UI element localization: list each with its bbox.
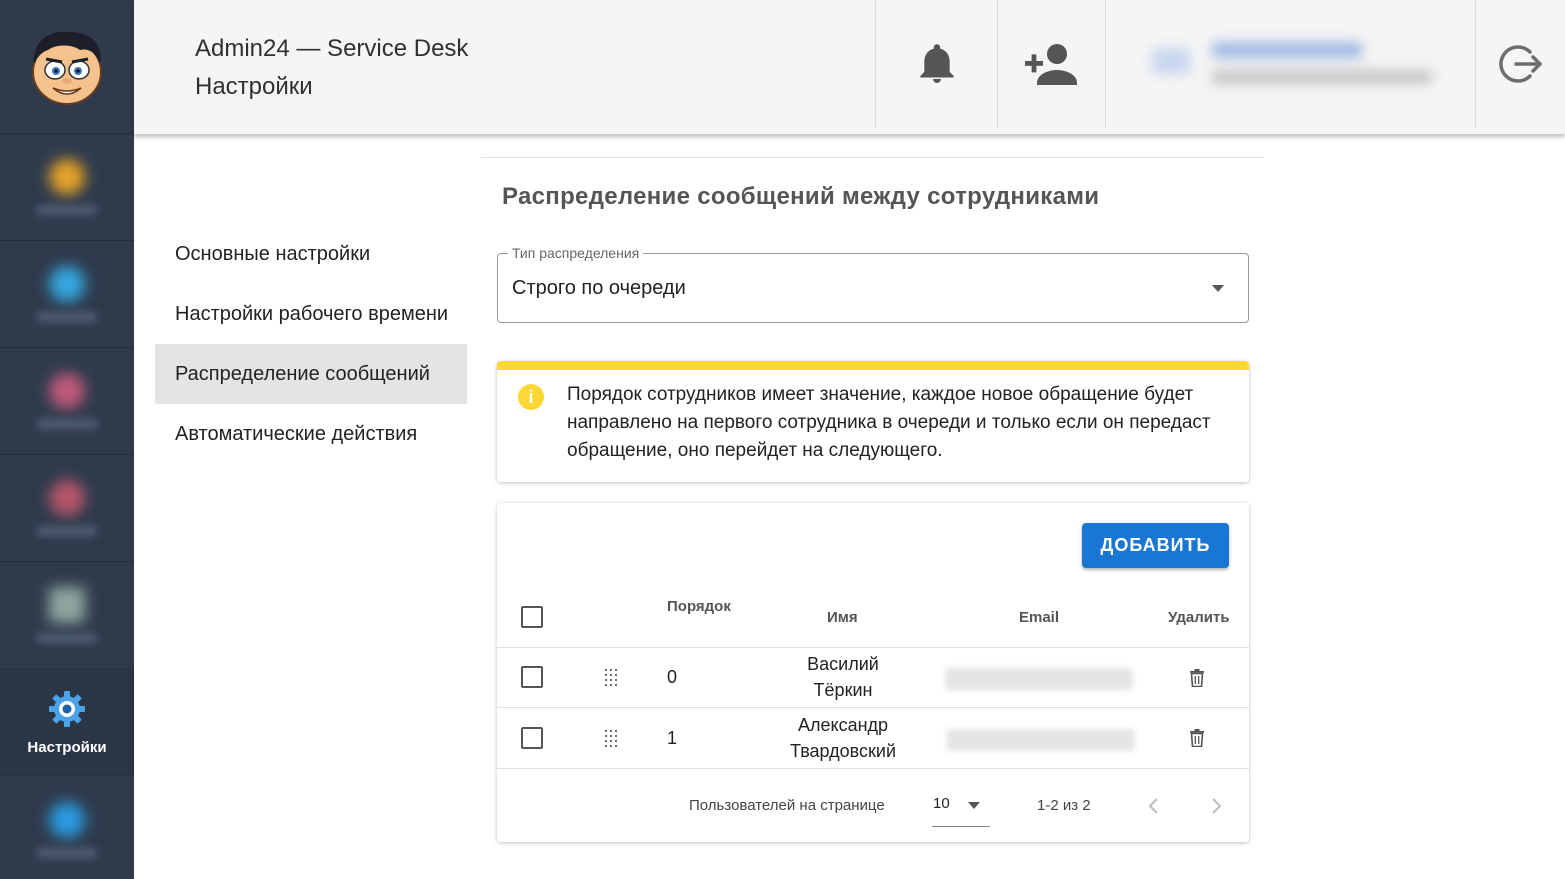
- sidebar-item-blurred-2[interactable]: [0, 241, 134, 348]
- bell-icon: [919, 44, 954, 83]
- distribution-type-select[interactable]: Тип распределения Строго по очереди: [497, 245, 1249, 323]
- avatar-icon: [32, 31, 102, 105]
- top-header: Admin24 — Service Desk Настройки: [134, 0, 1565, 134]
- select-all-checkbox[interactable]: [521, 606, 543, 628]
- row-first-name: Василий: [807, 654, 879, 674]
- blurred-icon: [49, 159, 85, 195]
- blurred-icon: [49, 373, 85, 409]
- blurred-label: [37, 312, 97, 322]
- sidebar-item-blurred-3[interactable]: [0, 348, 134, 455]
- info-icon: i: [518, 384, 544, 410]
- row-last-name: Твардовский: [789, 741, 897, 761]
- delete-icon[interactable]: [1189, 669, 1205, 687]
- row-email-blurred: [947, 729, 1135, 751]
- sidebar-item-blurred-1[interactable]: [0, 134, 134, 241]
- sidebar-item-blurred-4[interactable]: [0, 455, 134, 562]
- row-order: 0: [667, 667, 678, 687]
- logout-icon: [1498, 45, 1542, 83]
- distribution-type-value: Строго по очереди: [512, 277, 686, 299]
- info-alert-text: Порядок сотрудников имеет значение, кажд…: [567, 384, 1211, 461]
- column-header-email[interactable]: Email: [1019, 609, 1059, 626]
- row-first-name: Александр: [797, 715, 889, 735]
- column-header-delete: Удалить: [1168, 609, 1230, 626]
- settings-menu-item-distribution[interactable]: Распределение сообщений: [155, 344, 467, 404]
- row-divider: [497, 707, 1249, 708]
- drag-handle-icon[interactable]: [605, 730, 619, 748]
- blurred-icon: [49, 480, 85, 516]
- chevron-down-icon: [1212, 285, 1224, 292]
- sidebar-item-blurred-6[interactable]: [0, 776, 134, 879]
- sidebar-item-label: Настройки: [27, 738, 107, 756]
- blurred-icon: [49, 801, 85, 838]
- blurred-label: [37, 847, 97, 858]
- user-info-blurred[interactable]: [1142, 30, 1472, 100]
- rows-per-page-select[interactable]: 10: [932, 793, 990, 827]
- logout-button[interactable]: [1476, 0, 1565, 128]
- blurred-label: [37, 419, 97, 429]
- row-email-blurred: [945, 668, 1133, 690]
- row-checkbox[interactable]: [521, 666, 543, 688]
- blurred-icon: [49, 587, 85, 623]
- header-divider: [1105, 0, 1106, 128]
- rows-per-page-value: 10: [933, 795, 950, 812]
- column-header-order[interactable]: Порядок: [667, 598, 731, 615]
- row-last-name: Тёркин: [813, 680, 873, 700]
- column-header-name[interactable]: Имя: [827, 609, 858, 626]
- settings-menu: Основные настройки Настройки рабочего вр…: [155, 224, 467, 464]
- info-alert: i Порядок сотрудников имеет значение, ка…: [497, 361, 1249, 482]
- row-divider: [497, 768, 1249, 769]
- page-title: Настройки: [195, 73, 313, 100]
- blurred-label: [37, 633, 97, 643]
- row-name: Александр Твардовский: [743, 712, 943, 764]
- avatar[interactable]: [0, 0, 134, 134]
- sidebar-item-settings[interactable]: Настройки: [0, 669, 134, 776]
- distribution-type-label: Тип распределения: [508, 245, 644, 261]
- section-divider: [481, 157, 1264, 158]
- blurred-label: [37, 205, 97, 215]
- settings-menu-item-automation[interactable]: Автоматические действия: [155, 404, 467, 464]
- pagination-range: 1-2 из 2: [1037, 797, 1091, 814]
- row-divider: [497, 647, 1249, 648]
- blurred-icon: [49, 266, 85, 302]
- add-user-icon: [1024, 44, 1077, 85]
- gear-icon: [49, 690, 85, 727]
- notifications-button[interactable]: [876, 0, 997, 128]
- add-user-button[interactable]: [998, 0, 1105, 128]
- rows-per-page-label: Пользователей на странице: [689, 797, 885, 814]
- section-title: Распределение сообщений между сотрудника…: [502, 183, 1100, 210]
- employees-table-card: ДОБАВИТЬ Порядок Имя Email Удалить 0 Вас…: [497, 503, 1249, 842]
- chevron-down-icon: [968, 802, 980, 809]
- drag-handle-icon[interactable]: [605, 669, 619, 687]
- row-order: 1: [667, 728, 678, 748]
- sidebar-item-blurred-5[interactable]: [0, 562, 134, 669]
- app-title: Admin24 — Service Desk: [195, 35, 469, 62]
- row-checkbox[interactable]: [521, 727, 543, 749]
- chevron-right-icon[interactable]: [1209, 797, 1223, 815]
- row-name: Василий Тёркин: [743, 651, 943, 703]
- blurred-label: [37, 526, 97, 536]
- header-titles: Admin24 — Service Desk Настройки: [195, 30, 468, 106]
- delete-icon[interactable]: [1189, 729, 1205, 747]
- add-employee-button[interactable]: ДОБАВИТЬ: [1082, 523, 1229, 568]
- chevron-left-icon[interactable]: [1147, 797, 1161, 815]
- settings-menu-item-general[interactable]: Основные настройки: [155, 224, 467, 284]
- settings-menu-item-working-hours[interactable]: Настройки рабочего времени: [155, 284, 467, 344]
- sidebar: Настройки: [0, 0, 134, 879]
